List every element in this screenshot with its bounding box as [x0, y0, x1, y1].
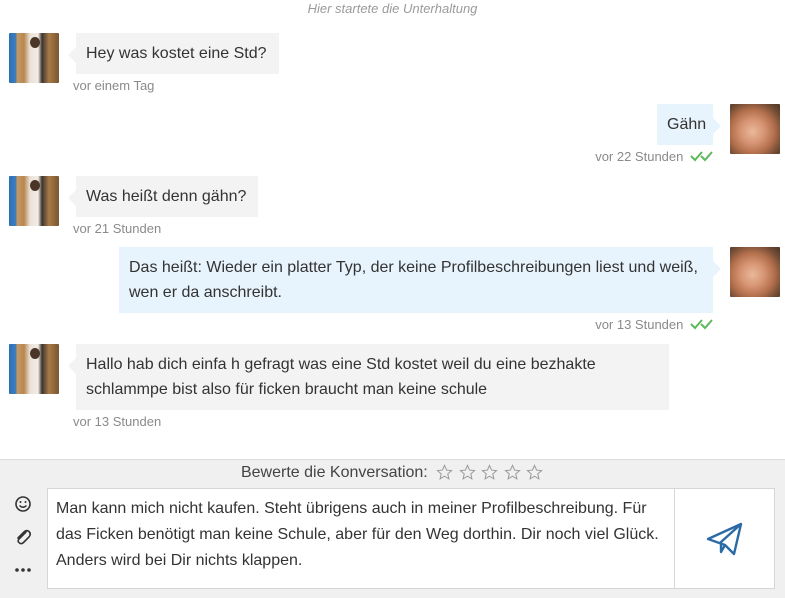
- message-bubble-incoming: Hallo hab dich einfa h gefragt was eine …: [68, 344, 669, 410]
- message-input[interactable]: Man kann mich nicht kaufen. Steht übrige…: [47, 488, 675, 589]
- smiley-icon[interactable]: [12, 493, 34, 515]
- message-text: Das heißt: Wieder ein platter Typ, der k…: [129, 259, 698, 301]
- message-time: vor 22 Stunden: [595, 149, 716, 165]
- star-icon[interactable]: [436, 464, 453, 481]
- rating-label: Bewerte die Konversation:: [240, 464, 428, 481]
- read-checkmarks-icon: [690, 318, 716, 333]
- message-bubble-incoming: Was heißt denn gähn?: [68, 176, 258, 217]
- message-time: vor 13 Stunden: [73, 414, 162, 429]
- message-time: vor 13 Stunden: [595, 317, 716, 333]
- message-bubble-outgoing: Gähn: [657, 104, 721, 145]
- rating-row: Bewerte die Konversation:: [0, 464, 785, 482]
- own-avatar[interactable]: [730, 104, 780, 154]
- message-bubble-outgoing: Das heißt: Wieder ein platter Typ, der k…: [119, 247, 721, 313]
- contact-avatar[interactable]: [9, 344, 59, 394]
- message-time-text: vor 22 Stunden: [595, 149, 684, 164]
- message-time: vor 21 Stunden: [73, 221, 162, 236]
- star-icon[interactable]: [458, 464, 476, 481]
- star-icon[interactable]: [526, 464, 543, 481]
- message-bubble-incoming: Hey was kostet eine Std?: [68, 33, 279, 74]
- message-text: Hallo hab dich einfa h gefragt was eine …: [86, 356, 596, 398]
- paper-plane-icon: [706, 522, 742, 555]
- start-note: Hier startete die Unterhaltung: [307, 1, 478, 16]
- read-checkmarks-icon: [690, 150, 716, 165]
- message-text: Hey was kostet eine Std?: [86, 45, 267, 62]
- message-time-text: vor 13 Stunden: [595, 317, 684, 332]
- message-text: Gähn: [667, 116, 707, 133]
- star-icon[interactable]: [503, 464, 521, 481]
- message-time: vor einem Tag: [73, 78, 155, 93]
- star-icon[interactable]: [481, 464, 498, 481]
- contact-avatar[interactable]: [9, 33, 59, 83]
- paperclip-icon[interactable]: [12, 526, 34, 548]
- send-button[interactable]: [674, 488, 775, 589]
- rating-stars: [436, 464, 544, 482]
- own-avatar[interactable]: [730, 247, 780, 297]
- message-text: Was heißt denn gähn?: [86, 188, 247, 205]
- composer-footer: Bewerte die Konversation: Man kann mich …: [0, 459, 785, 598]
- more-icon[interactable]: [12, 559, 34, 581]
- contact-avatar[interactable]: [9, 176, 59, 226]
